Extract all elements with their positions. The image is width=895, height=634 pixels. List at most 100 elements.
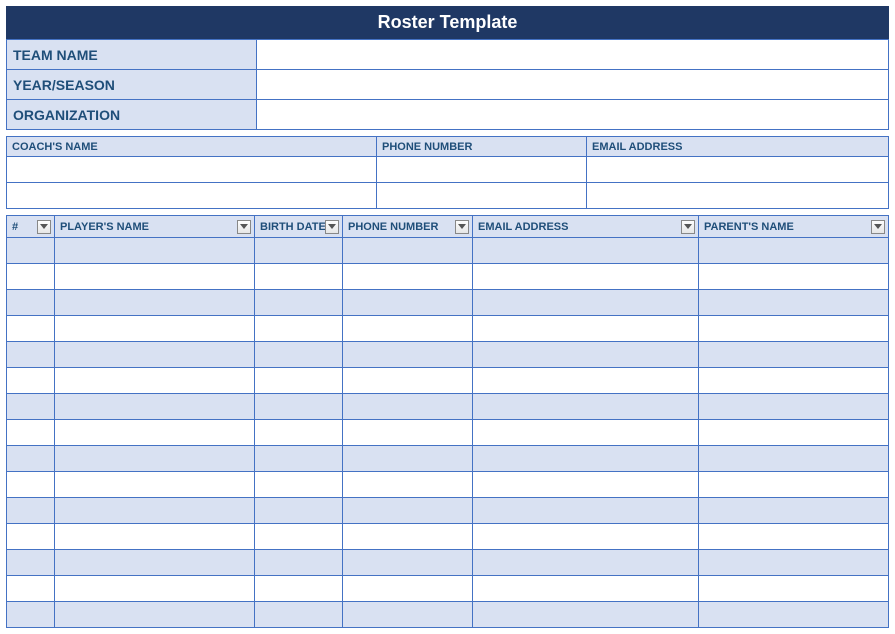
- filter-dropdown-icon[interactable]: [37, 220, 51, 234]
- roster-cell-name[interactable]: [55, 394, 255, 420]
- roster-cell-birth[interactable]: [255, 524, 343, 550]
- filter-dropdown-icon[interactable]: [325, 220, 339, 234]
- roster-cell-birth[interactable]: [255, 238, 343, 264]
- roster-cell-birth[interactable]: [255, 316, 343, 342]
- filter-dropdown-icon[interactable]: [237, 220, 251, 234]
- roster-cell-parent[interactable]: [699, 420, 889, 446]
- roster-cell-email[interactable]: [473, 342, 699, 368]
- roster-cell-num[interactable]: [7, 602, 55, 628]
- roster-cell-parent[interactable]: [699, 498, 889, 524]
- roster-cell-email[interactable]: [473, 472, 699, 498]
- roster-cell-phone[interactable]: [343, 238, 473, 264]
- roster-cell-name[interactable]: [55, 576, 255, 602]
- roster-cell-phone[interactable]: [343, 342, 473, 368]
- roster-cell-parent[interactable]: [699, 368, 889, 394]
- roster-cell-email[interactable]: [473, 524, 699, 550]
- roster-cell-email[interactable]: [473, 602, 699, 628]
- roster-cell-phone[interactable]: [343, 368, 473, 394]
- roster-cell-name[interactable]: [55, 290, 255, 316]
- roster-cell-birth[interactable]: [255, 472, 343, 498]
- roster-cell-name[interactable]: [55, 524, 255, 550]
- roster-cell-email[interactable]: [473, 498, 699, 524]
- roster-cell-birth[interactable]: [255, 394, 343, 420]
- coach-name-cell[interactable]: [7, 157, 377, 183]
- organization-value[interactable]: [257, 100, 889, 130]
- roster-cell-email[interactable]: [473, 316, 699, 342]
- roster-cell-parent[interactable]: [699, 238, 889, 264]
- roster-cell-name[interactable]: [55, 342, 255, 368]
- roster-cell-parent[interactable]: [699, 602, 889, 628]
- roster-cell-email[interactable]: [473, 264, 699, 290]
- roster-cell-email[interactable]: [473, 576, 699, 602]
- roster-cell-parent[interactable]: [699, 550, 889, 576]
- roster-cell-phone[interactable]: [343, 472, 473, 498]
- roster-cell-phone[interactable]: [343, 264, 473, 290]
- roster-cell-phone[interactable]: [343, 394, 473, 420]
- roster-cell-birth[interactable]: [255, 550, 343, 576]
- roster-cell-phone[interactable]: [343, 576, 473, 602]
- coach-phone-cell[interactable]: [377, 183, 587, 209]
- roster-cell-num[interactable]: [7, 576, 55, 602]
- roster-cell-name[interactable]: [55, 368, 255, 394]
- roster-cell-phone[interactable]: [343, 550, 473, 576]
- roster-cell-num[interactable]: [7, 472, 55, 498]
- coach-email-cell[interactable]: [587, 183, 889, 209]
- roster-cell-birth[interactable]: [255, 602, 343, 628]
- roster-cell-name[interactable]: [55, 498, 255, 524]
- roster-cell-phone[interactable]: [343, 524, 473, 550]
- roster-cell-parent[interactable]: [699, 446, 889, 472]
- roster-cell-parent[interactable]: [699, 316, 889, 342]
- roster-cell-num[interactable]: [7, 342, 55, 368]
- roster-cell-birth[interactable]: [255, 498, 343, 524]
- roster-cell-email[interactable]: [473, 368, 699, 394]
- roster-cell-num[interactable]: [7, 290, 55, 316]
- roster-cell-num[interactable]: [7, 498, 55, 524]
- roster-cell-name[interactable]: [55, 264, 255, 290]
- roster-cell-parent[interactable]: [699, 472, 889, 498]
- roster-cell-name[interactable]: [55, 316, 255, 342]
- coach-name-cell[interactable]: [7, 183, 377, 209]
- roster-cell-birth[interactable]: [255, 446, 343, 472]
- roster-cell-phone[interactable]: [343, 498, 473, 524]
- roster-cell-parent[interactable]: [699, 264, 889, 290]
- roster-cell-name[interactable]: [55, 472, 255, 498]
- filter-dropdown-icon[interactable]: [871, 220, 885, 234]
- roster-cell-email[interactable]: [473, 238, 699, 264]
- roster-cell-parent[interactable]: [699, 342, 889, 368]
- roster-cell-name[interactable]: [55, 602, 255, 628]
- roster-cell-parent[interactable]: [699, 394, 889, 420]
- roster-cell-num[interactable]: [7, 420, 55, 446]
- roster-cell-num[interactable]: [7, 264, 55, 290]
- roster-cell-birth[interactable]: [255, 264, 343, 290]
- roster-cell-num[interactable]: [7, 368, 55, 394]
- roster-cell-num[interactable]: [7, 316, 55, 342]
- roster-cell-parent[interactable]: [699, 576, 889, 602]
- roster-cell-name[interactable]: [55, 238, 255, 264]
- roster-cell-num[interactable]: [7, 550, 55, 576]
- roster-cell-num[interactable]: [7, 238, 55, 264]
- team-name-value[interactable]: [257, 40, 889, 70]
- roster-cell-email[interactable]: [473, 446, 699, 472]
- roster-cell-phone[interactable]: [343, 446, 473, 472]
- roster-cell-email[interactable]: [473, 420, 699, 446]
- roster-cell-num[interactable]: [7, 524, 55, 550]
- roster-cell-birth[interactable]: [255, 576, 343, 602]
- coach-phone-cell[interactable]: [377, 157, 587, 183]
- roster-cell-name[interactable]: [55, 420, 255, 446]
- roster-cell-birth[interactable]: [255, 290, 343, 316]
- roster-cell-phone[interactable]: [343, 316, 473, 342]
- roster-cell-name[interactable]: [55, 446, 255, 472]
- roster-cell-num[interactable]: [7, 394, 55, 420]
- roster-cell-phone[interactable]: [343, 290, 473, 316]
- roster-cell-birth[interactable]: [255, 368, 343, 394]
- roster-cell-name[interactable]: [55, 550, 255, 576]
- roster-cell-phone[interactable]: [343, 602, 473, 628]
- roster-cell-email[interactable]: [473, 394, 699, 420]
- year-season-value[interactable]: [257, 70, 889, 100]
- filter-dropdown-icon[interactable]: [455, 220, 469, 234]
- roster-cell-parent[interactable]: [699, 290, 889, 316]
- roster-cell-phone[interactable]: [343, 420, 473, 446]
- roster-cell-birth[interactable]: [255, 342, 343, 368]
- coach-email-cell[interactable]: [587, 157, 889, 183]
- roster-cell-email[interactable]: [473, 290, 699, 316]
